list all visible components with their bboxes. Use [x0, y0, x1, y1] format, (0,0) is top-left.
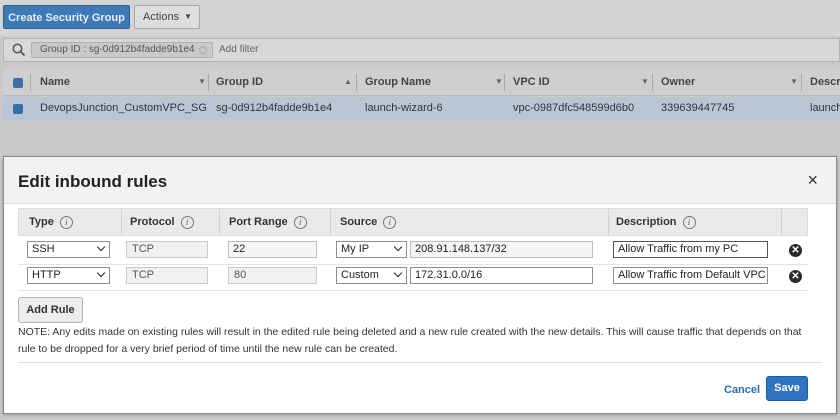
filter-bar[interactable]: Group ID : sg-0d912b4fadde9b1e4 Add filt… [3, 38, 840, 62]
cell-group-id: sg-0d912b4fadde9b1e4 [216, 102, 333, 114]
create-security-group-button[interactable]: Create Security Group [3, 5, 130, 29]
dialog-title: Edit inbound rules [18, 172, 168, 191]
add-rule-button[interactable]: Add Rule [18, 297, 83, 323]
source-cidr-field[interactable]: 208.91.148.137/32 [410, 241, 593, 258]
info-icon[interactable]: i [383, 216, 397, 229]
sort-asc-icon[interactable]: ▲ [344, 69, 352, 95]
divider [18, 362, 822, 363]
sort-icon[interactable]: ▼ [641, 69, 649, 95]
info-icon[interactable]: i [293, 216, 307, 229]
sort-icon[interactable]: ▼ [198, 69, 206, 95]
type-select[interactable]: HTTP [27, 267, 110, 284]
remove-filter-icon[interactable] [199, 46, 207, 54]
table-row[interactable]: DevopsJunction_CustomVPC_SG sg-0d912b4fa… [3, 97, 840, 121]
dialog-header: Edit inbound rules × [4, 157, 836, 204]
cell-owner: 339639447745 [661, 102, 735, 114]
column-header-group-id[interactable]: Group ID [216, 69, 263, 95]
chevron-down-icon [96, 242, 106, 252]
inbound-rule-row: HTTP TCP 80 Custom 172.31.0.0/16 Allow T… [18, 263, 808, 291]
toolbar: Create Security Group Actions ▼ [0, 0, 840, 36]
type-select[interactable]: SSH [27, 241, 110, 258]
header-protocol: Protocol i [130, 209, 194, 235]
actions-label: Actions [143, 11, 180, 23]
cell-description: launch- [810, 102, 840, 114]
info-icon[interactable]: i [59, 216, 73, 229]
grid-header: Name ▼ Group ID ▲ Group Name ▼ VPC ID ▼ … [3, 69, 840, 96]
close-icon[interactable]: × [807, 171, 818, 189]
info-icon[interactable]: i [180, 216, 194, 229]
sort-icon[interactable]: ▼ [495, 69, 503, 95]
protocol-field: TCP [126, 267, 208, 284]
source-type-select[interactable]: My IP [336, 241, 407, 258]
chevron-down-icon: ▼ [184, 12, 192, 21]
source-cidr-field[interactable]: 172.31.0.0/16 [410, 267, 593, 284]
chevron-down-icon [96, 268, 106, 278]
cell-group-name: launch-wizard-6 [365, 102, 443, 114]
filter-token-label: Group ID : sg-0d912b4fadde9b1e4 [40, 44, 195, 55]
search-icon [12, 43, 26, 57]
cancel-link[interactable]: Cancel [724, 384, 760, 396]
add-filter-input[interactable]: Add filter [219, 44, 258, 55]
header-type: Type i [29, 209, 73, 235]
info-icon[interactable]: i [682, 216, 696, 229]
inbound-rule-row: SSH TCP 22 My IP 208.91.148.137/32 Allow… [18, 237, 808, 265]
chevron-down-icon [393, 242, 403, 252]
cell-vpc-id: vpc-0987dfc548599d6b0 [513, 102, 635, 114]
port-range-field[interactable]: 22 [228, 241, 317, 258]
edit-rules-note: NOTE: Any edits made on existing rules w… [18, 326, 802, 355]
header-description: Description i [616, 209, 696, 235]
column-header-vpc-id[interactable]: VPC ID [513, 69, 550, 95]
source-type-select[interactable]: Custom [336, 267, 407, 284]
remove-rule-icon[interactable]: ✕ [789, 270, 802, 283]
save-button[interactable]: Save [766, 376, 808, 401]
protocol-field: TCP [126, 241, 208, 258]
column-header-owner[interactable]: Owner [661, 69, 695, 95]
select-all-checkbox[interactable] [13, 78, 23, 88]
rules-header: Type i Protocol i Port Range i Source i Desc… [18, 208, 808, 236]
column-header-group-name[interactable]: Group Name [365, 69, 431, 95]
edit-inbound-rules-dialog: Edit inbound rules × Type i Protocol i Por… [3, 156, 837, 414]
port-range-field: 80 [228, 267, 317, 284]
remove-rule-icon[interactable]: ✕ [789, 244, 802, 257]
column-header-description[interactable]: Descri [810, 69, 840, 95]
header-port-range: Port Range i [229, 209, 307, 235]
cell-name: DevopsJunction_CustomVPC_SG [40, 102, 207, 114]
row-checkbox[interactable] [13, 104, 23, 114]
filter-token[interactable]: Group ID : sg-0d912b4fadde9b1e4 [31, 42, 213, 58]
header-source: Source i [340, 209, 397, 235]
sort-icon[interactable]: ▼ [790, 69, 798, 95]
actions-button[interactable]: Actions ▼ [134, 5, 200, 29]
chevron-down-icon [393, 268, 403, 278]
description-field[interactable]: Allow Traffic from my PC [613, 241, 768, 258]
column-header-name[interactable]: Name [40, 69, 70, 95]
description-field[interactable]: Allow Traffic from Default VPC [613, 267, 768, 284]
